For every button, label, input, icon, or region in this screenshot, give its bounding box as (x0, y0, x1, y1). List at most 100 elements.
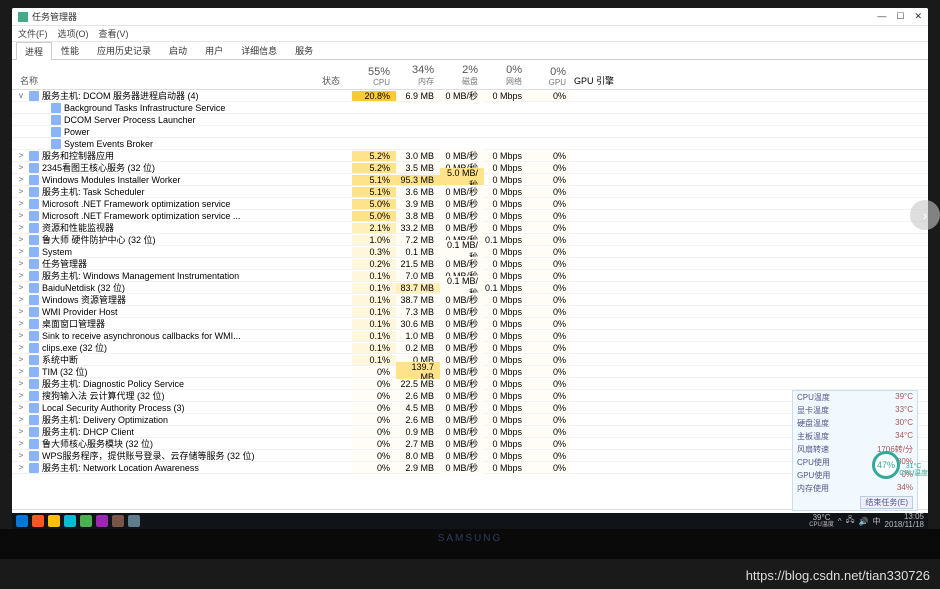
tab-performance[interactable]: 性能 (52, 41, 88, 59)
col-status[interactable]: 状态 (322, 74, 352, 87)
col-memory[interactable]: 34%内存 (396, 64, 440, 87)
task-manager-window: 任务管理器 — ☐ ✕ 文件(F) 选项(O) 查看(V) 进程 性能 应用历史… (12, 8, 928, 529)
hardware-monitor-overlay[interactable]: CPU温度39°C显卡温度33°C硬盘温度30°C主板温度34°C风扇转速170… (792, 390, 918, 511)
hw-monitor-row: CPU温度39°C (793, 391, 917, 404)
tab-services[interactable]: 服务 (286, 41, 322, 59)
expander-icon[interactable]: > (16, 163, 26, 172)
process-child-row[interactable]: DCOM Server Process Launcher (12, 114, 928, 126)
expander-icon[interactable]: > (16, 259, 26, 268)
taskbar[interactable]: 39°C CPU温度 ^ 🖧 🔊 中 13:05 2018/11/18 (12, 513, 928, 529)
taskbar-icon[interactable] (112, 515, 124, 527)
expander-icon[interactable]: > (16, 199, 26, 208)
expander-icon[interactable]: > (16, 211, 26, 220)
cell-mem: 7.0 MB (396, 271, 440, 281)
process-icon (29, 283, 39, 293)
cell-cpu: 0.2% (352, 259, 396, 269)
expander-icon[interactable]: > (16, 391, 26, 400)
tray-ime-icon[interactable]: 中 (873, 516, 881, 527)
tray-volume-icon[interactable]: 🔊 (859, 517, 869, 526)
expander-icon[interactable]: > (16, 319, 26, 328)
expander-icon[interactable]: > (16, 415, 26, 424)
col-gpu[interactable]: 0%GPU (528, 66, 572, 87)
process-name: Local Security Authority Process (3) (42, 403, 185, 413)
cell-gpu: 0% (528, 247, 572, 257)
cell-cpu: 0% (352, 379, 396, 389)
col-network[interactable]: 0%网络 (484, 64, 528, 87)
cell-net: 0 Mbps (484, 187, 528, 197)
expander-icon[interactable]: > (16, 439, 26, 448)
expander-icon[interactable]: > (16, 271, 26, 280)
tab-processes[interactable]: 进程 (16, 42, 52, 60)
expander-icon[interactable]: > (16, 283, 26, 292)
title-bar[interactable]: 任务管理器 — ☐ ✕ (12, 8, 928, 26)
process-child-row[interactable]: Background Tasks Infrastructure Service (12, 102, 928, 114)
close-button[interactable]: ✕ (914, 11, 922, 22)
expander-icon[interactable]: > (16, 403, 26, 412)
taskbar-icon[interactable] (48, 515, 60, 527)
menu-view[interactable]: 查看(V) (99, 27, 129, 40)
expander-icon[interactable]: > (16, 151, 26, 160)
cell-net: 0 Mbps (484, 379, 528, 389)
expander-icon[interactable]: > (16, 463, 26, 472)
cell-net: 0 Mbps (484, 319, 528, 329)
taskbar-icon[interactable] (96, 515, 108, 527)
expander-icon[interactable]: > (16, 331, 26, 340)
expander-icon[interactable]: > (16, 427, 26, 436)
expander-icon[interactable]: > (16, 295, 26, 304)
end-task-button[interactable]: 结束任务(E) (860, 496, 913, 509)
cell-gpu: 0% (528, 319, 572, 329)
cell-cpu: 0.1% (352, 343, 396, 353)
app-icon (18, 12, 28, 22)
tray-up-icon[interactable]: ^ (838, 517, 842, 526)
cell-net: 0 Mbps (484, 415, 528, 425)
cell-cpu: 0.1% (352, 331, 396, 341)
tray-clock[interactable]: 13:05 2018/11/18 (885, 513, 924, 529)
taskbar-icon[interactable] (32, 515, 44, 527)
tab-startup[interactable]: 启动 (160, 41, 196, 59)
tray-network-icon[interactable]: 🖧 (846, 514, 855, 528)
cell-cpu: 5.1% (352, 175, 396, 185)
col-cpu[interactable]: 55%CPU (352, 66, 396, 87)
cell-gpu: 0% (528, 295, 572, 305)
cell-gpu: 0% (528, 235, 572, 245)
expander-icon[interactable]: > (16, 451, 26, 460)
start-button[interactable] (16, 515, 28, 527)
col-gpu-engine[interactable]: GPU 引擎 (572, 74, 618, 87)
expander-icon[interactable]: > (16, 247, 26, 256)
cell-gpu: 0% (528, 355, 572, 365)
process-row[interactable]: >服务主机: Network Location Awareness0%2.9 M… (12, 462, 928, 474)
cpu-gauge-widget[interactable]: 47% (872, 451, 900, 479)
tab-details[interactable]: 详细信息 (232, 41, 286, 59)
maximize-button[interactable]: ☐ (896, 11, 904, 22)
minimize-button[interactable]: — (877, 11, 886, 22)
expander-icon[interactable]: > (16, 367, 26, 376)
expander-icon[interactable]: > (16, 175, 26, 184)
cell-mem: 2.6 MB (396, 391, 440, 401)
tab-users[interactable]: 用户 (196, 41, 232, 59)
tab-app-history[interactable]: 应用历史记录 (88, 41, 160, 59)
col-name[interactable]: 名称 (12, 74, 322, 87)
process-row[interactable]: v服务主机: DCOM 服务器进程启动器 (4)20.8%6.9 MB0 MB/… (12, 90, 928, 102)
col-disk[interactable]: 2%磁盘 (440, 64, 484, 87)
cell-cpu: 5.0% (352, 211, 396, 221)
expander-icon[interactable]: > (16, 187, 26, 196)
taskbar-icon[interactable] (64, 515, 76, 527)
process-name: 服务主机: Task Scheduler (42, 185, 145, 198)
menu-file[interactable]: 文件(F) (18, 27, 48, 40)
expander-icon[interactable]: > (16, 307, 26, 316)
expander-icon[interactable]: > (16, 343, 26, 352)
next-arrow-icon[interactable]: › (910, 200, 940, 230)
taskbar-icon[interactable] (80, 515, 92, 527)
taskbar-icon[interactable] (128, 515, 140, 527)
expander-icon[interactable]: > (16, 223, 26, 232)
expander-icon[interactable]: > (16, 379, 26, 388)
process-icon (29, 403, 39, 413)
menu-options[interactable]: 选项(O) (58, 27, 89, 40)
expander-icon[interactable]: v (16, 91, 26, 100)
process-child-row[interactable]: Power (12, 126, 928, 138)
expander-icon[interactable]: > (16, 235, 26, 244)
expander-icon[interactable]: > (16, 355, 26, 364)
system-tray[interactable]: 39°C CPU温度 ^ 🖧 🔊 中 13:05 2018/11/18 (809, 513, 924, 529)
process-icon (29, 319, 39, 329)
cell-net: 0 Mbps (484, 451, 528, 461)
